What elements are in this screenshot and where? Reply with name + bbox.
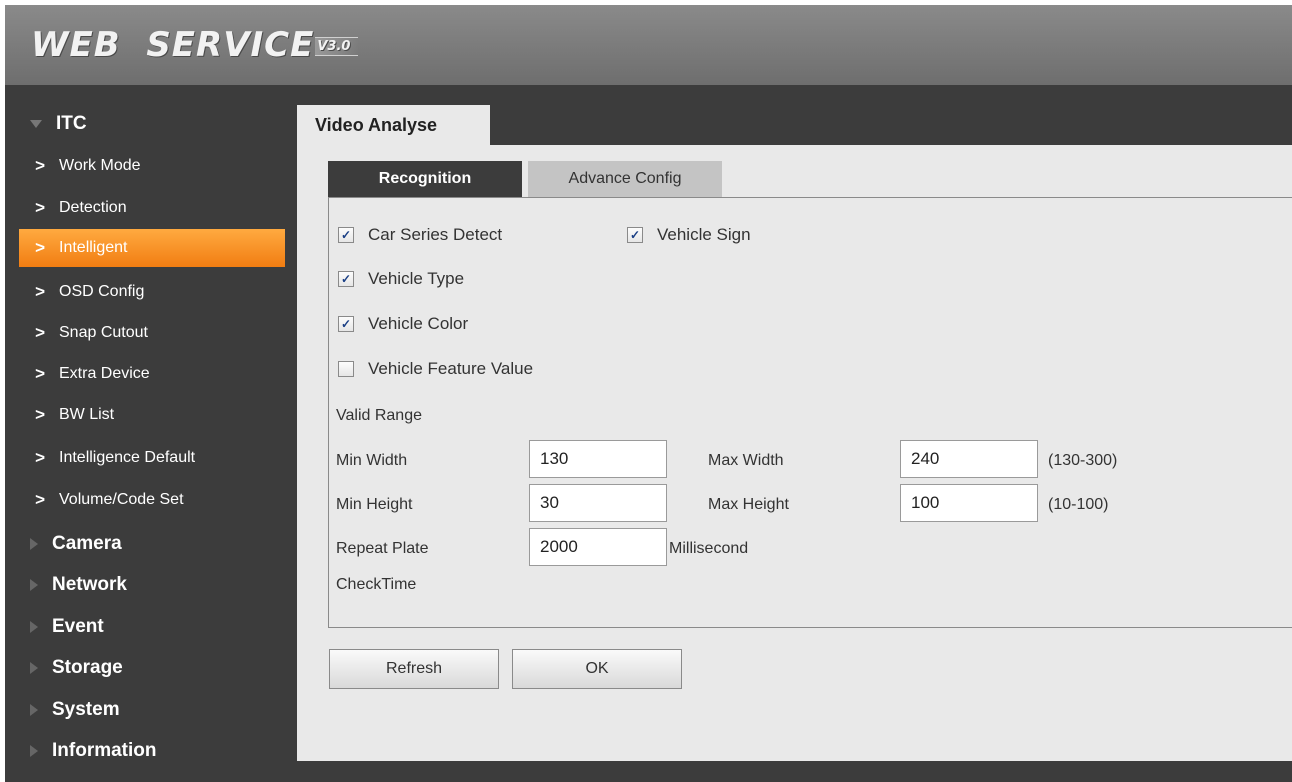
collapsed-triangle-icon	[30, 579, 38, 591]
sidebar-item-label: OSD Config	[59, 283, 145, 300]
min-height-label: Min Height	[336, 496, 413, 513]
brand-version: V3.0	[315, 37, 359, 56]
chevron-right-icon: >	[35, 490, 45, 509]
collapsed-triangle-icon	[30, 621, 38, 633]
chevron-right-icon: >	[35, 156, 45, 175]
sidebar-item-label: Extra Device	[59, 365, 150, 382]
expanded-triangle-icon	[30, 120, 42, 128]
sidebar-section-label: ITC	[56, 113, 87, 134]
sidebar-item-label: Intelligent	[59, 239, 128, 256]
sidebar-section-event[interactable]: Event	[5, 607, 297, 647]
sidebar-section-label: Storage	[52, 657, 123, 678]
tab-recognition[interactable]: Recognition	[328, 161, 522, 197]
min-width-input[interactable]	[529, 440, 667, 478]
repeat-plate-label: Repeat Plate	[336, 540, 429, 557]
collapsed-triangle-icon	[30, 704, 38, 716]
checktime-label: CheckTime	[336, 576, 417, 593]
sidebar-item-snap-cutout[interactable]: > Snap Cutout	[19, 314, 285, 352]
max-width-input[interactable]	[900, 440, 1038, 478]
repeat-plate-checktime-input[interactable]	[529, 528, 667, 566]
sidebar-item-label: Detection	[59, 199, 127, 216]
height-range-hint: (10-100)	[1048, 496, 1109, 513]
checkbox-label: Vehicle Feature Value	[368, 359, 534, 378]
checkbox-label: Vehicle Sign	[657, 225, 751, 244]
sidebar-section-label: System	[52, 699, 120, 720]
vehicle-type-checkbox[interactable]: ✓ Vehicle Type	[338, 269, 464, 289]
car-series-detect-checkbox[interactable]: ✓ Car Series Detect	[338, 225, 502, 245]
chevron-right-icon: >	[35, 364, 45, 383]
sidebar-section-label: Network	[52, 574, 127, 595]
checkbox-unchecked-icon[interactable]	[338, 361, 354, 377]
sidebar-item-label: Snap Cutout	[59, 324, 148, 341]
sidebar-item-osd-config[interactable]: > OSD Config	[19, 273, 285, 311]
sidebar-item-bw-list[interactable]: > BW List	[19, 396, 285, 434]
sidebar-item-volume-code-set[interactable]: > Volume/Code Set	[19, 481, 285, 519]
sidebar-item-label: BW List	[59, 406, 115, 423]
sidebar-item-work-mode[interactable]: > Work Mode	[19, 147, 285, 185]
bottom-strip	[297, 761, 1292, 782]
sidebar-item-label: Work Mode	[59, 157, 141, 174]
sidebar-section-itc[interactable]: ITC	[5, 104, 297, 144]
sidebar-item-intelligent[interactable]: > Intelligent	[19, 229, 285, 267]
sidebar-section-network[interactable]: Network	[5, 565, 297, 605]
recognition-panel	[328, 197, 1292, 628]
checkbox-label: Vehicle Color	[368, 314, 469, 333]
checkbox-label: Car Series Detect	[368, 225, 503, 244]
ok-button[interactable]: OK	[512, 649, 682, 689]
vehicle-color-checkbox[interactable]: ✓ Vehicle Color	[338, 314, 468, 334]
sidebar-section-camera[interactable]: Camera	[5, 524, 297, 564]
max-height-input[interactable]	[900, 484, 1038, 522]
brand-title: WEB SERVICE	[31, 25, 315, 65]
valid-range-label: Valid Range	[336, 407, 422, 424]
chevron-right-icon: >	[35, 323, 45, 342]
checkbox-checked-icon[interactable]: ✓	[338, 271, 354, 287]
millisecond-unit-label: Millisecond	[669, 540, 749, 557]
sidebar-item-label: Volume/Code Set	[59, 491, 184, 508]
sidebar-section-label: Camera	[52, 533, 122, 554]
collapsed-triangle-icon	[30, 745, 38, 757]
tab-video-analyse[interactable]: Video Analyse	[297, 105, 490, 145]
checkbox-checked-icon[interactable]: ✓	[338, 227, 354, 243]
header-bar: WEB SERVICE V3.0	[5, 5, 1292, 85]
chevron-right-icon: >	[35, 405, 45, 424]
min-height-input[interactable]	[529, 484, 667, 522]
width-range-hint: (130-300)	[1048, 452, 1118, 469]
chevron-right-icon: >	[35, 238, 45, 257]
collapsed-triangle-icon	[30, 662, 38, 674]
sidebar: ITC > Work Mode > Detection > Intelligen…	[5, 85, 297, 782]
sidebar-section-system[interactable]: System	[5, 690, 297, 730]
min-width-label: Min Width	[336, 452, 408, 469]
main-content: Video Analyse Recognition Advance Config…	[297, 85, 1292, 761]
chevron-right-icon: >	[35, 198, 45, 217]
sidebar-item-label: Intelligence Default	[59, 449, 196, 466]
sidebar-item-extra-device[interactable]: > Extra Device	[19, 355, 285, 393]
refresh-button[interactable]: Refresh	[329, 649, 499, 689]
checkbox-checked-icon[interactable]: ✓	[627, 227, 643, 243]
chevron-right-icon: >	[35, 448, 45, 467]
collapsed-triangle-icon	[30, 538, 38, 550]
tab-advance-config[interactable]: Advance Config	[528, 161, 722, 197]
sidebar-section-label: Event	[52, 616, 104, 637]
sidebar-section-label: Information	[52, 740, 157, 761]
sidebar-section-information[interactable]: Information	[5, 731, 297, 771]
vehicle-sign-checkbox[interactable]: ✓ Vehicle Sign	[627, 225, 751, 245]
max-height-label: Max Height	[708, 496, 789, 513]
vehicle-feature-value-checkbox[interactable]: Vehicle Feature Value	[338, 359, 533, 379]
checkbox-label: Vehicle Type	[368, 269, 465, 288]
chevron-right-icon: >	[35, 282, 45, 301]
max-width-label: Max Width	[708, 452, 784, 469]
sidebar-item-intelligence-default[interactable]: > Intelligence Default	[19, 439, 285, 477]
checkbox-checked-icon[interactable]: ✓	[338, 316, 354, 332]
brand-logo: WEB SERVICE V3.0	[31, 25, 359, 65]
sidebar-section-storage[interactable]: Storage	[5, 648, 297, 688]
sidebar-item-detection[interactable]: > Detection	[19, 189, 285, 227]
